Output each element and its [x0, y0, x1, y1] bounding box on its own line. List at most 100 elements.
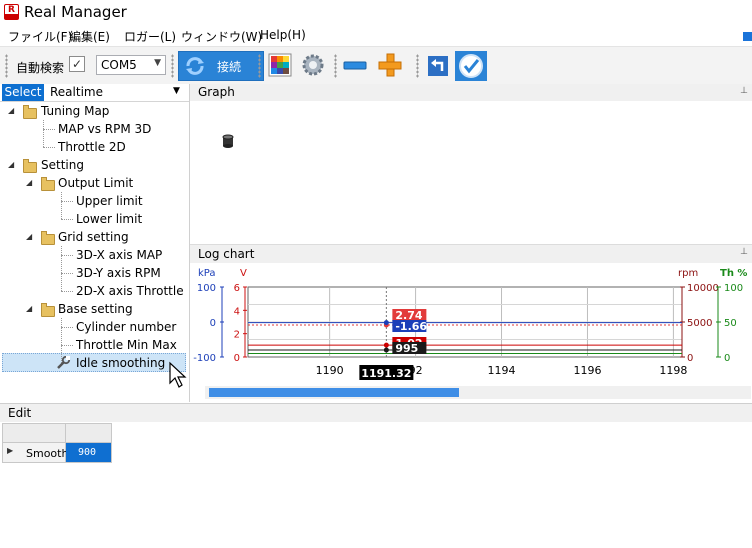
connect-label: 接続 [217, 60, 242, 74]
collapse-icon[interactable]: ◢ [8, 106, 14, 115]
tree-item-tuning-map[interactable]: Tuning Map [41, 102, 109, 120]
tree-item-setting[interactable]: Setting [41, 156, 84, 174]
database-icon [222, 134, 234, 148]
tree-item-base-setting[interactable]: Base setting [58, 300, 133, 318]
tree-item-axis-map[interactable]: 3D-X axis MAP [76, 246, 162, 264]
rpm-tick-label: 5000 [687, 318, 712, 329]
kpa-tick-label: -100 [193, 353, 216, 364]
rpm-tick-label: 0 [687, 353, 693, 364]
port-select[interactable]: COM5 ▼ [96, 55, 166, 75]
toolbar: 自動検索 ✓ COM5 ▼ 接続 [0, 46, 752, 86]
row-pointer-icon: ▶ [7, 446, 14, 455]
tree-item-output-limit[interactable]: Output Limit [58, 174, 133, 192]
kpa-tick-label: 0 [210, 318, 216, 329]
tree-item-cylinder-number[interactable]: Cylinder number [76, 318, 176, 336]
series-point [383, 347, 389, 353]
title-bar: R Real Manager [0, 0, 752, 25]
grid-color-icon[interactable] [267, 52, 293, 78]
chart-horizontal-scrollbar[interactable] [205, 386, 751, 399]
mode-selector[interactable]: Select Realtime ▼ [0, 84, 189, 102]
tree-line [61, 273, 73, 275]
grid-value: 900 [78, 447, 97, 458]
tree-item-throttle-min-max[interactable]: Throttle Min Max [76, 336, 177, 354]
collapse-icon[interactable]: ◢ [26, 178, 32, 187]
wrench-icon [57, 356, 71, 369]
toolbar-grip-icon[interactable] [416, 54, 419, 78]
kpa-tick-label: 100 [197, 283, 216, 294]
tree-item-upper-limit[interactable]: Upper limit [76, 192, 143, 210]
grid-row-header[interactable]: ▶ Smooth [2, 443, 68, 463]
th-tick-label: 50 [724, 318, 737, 329]
tree-line [61, 192, 63, 219]
toolbar-grip-icon[interactable] [258, 54, 261, 78]
scrollbar-thumb[interactable] [209, 388, 459, 397]
menu-file[interactable]: ファイル(F) [8, 28, 72, 45]
v-tick-label: 6 [234, 283, 240, 294]
toolbar-grip-icon[interactable] [334, 54, 337, 78]
check-gauge-icon [459, 54, 483, 78]
auto-detect-checkbox[interactable]: ✓ [69, 56, 85, 72]
tree-item-throttle-2d[interactable]: Throttle 2D [58, 138, 126, 156]
tree-item-axis-rpm[interactable]: 3D-Y axis RPM [76, 264, 161, 282]
tree-item-idle-smoothing[interactable]: Idle smoothing [76, 354, 165, 372]
gear-icon[interactable] [300, 52, 326, 78]
menu-logger[interactable]: ロガー(L) [124, 28, 176, 45]
tree-line [43, 147, 55, 149]
toolbar-grip-icon[interactable] [5, 54, 8, 78]
graph-area[interactable] [190, 101, 752, 244]
tree-line [61, 219, 73, 221]
folder-icon [41, 177, 55, 191]
refresh-icon [186, 57, 204, 75]
rpm-tick-label: 10000 [687, 283, 719, 294]
pin-icon[interactable]: ⊥ [740, 86, 748, 96]
minus-icon[interactable] [342, 52, 368, 78]
plus-icon[interactable] [377, 52, 403, 78]
collapse-icon[interactable]: ◢ [26, 304, 32, 313]
tree-item-lower-limit[interactable]: Lower limit [76, 210, 142, 228]
chevron-down-icon: ▼ [154, 58, 161, 68]
grid-column-header[interactable] [66, 423, 112, 443]
folder-icon [23, 105, 37, 119]
menu-help[interactable]: Help(H) [260, 28, 306, 42]
edit-area: ▶ Smooth 900 [0, 422, 752, 548]
tree-panel: Select Realtime ▼ ◢ Tuning Map MAP vs RP… [0, 84, 190, 402]
app-logo: R [4, 4, 19, 20]
port-select-value: COM5 [101, 58, 137, 72]
write-button[interactable] [455, 51, 487, 81]
v-tick-label: 4 [234, 306, 240, 317]
menu-bar: ファイル(F) 編集(E) ロガー(L) ウィンドウ(W) Help(H) [0, 25, 752, 45]
tree-item-map-vs-rpm[interactable]: MAP vs RPM 3D [58, 120, 151, 138]
edit-panel-title: Edit [8, 406, 32, 420]
tree-item-grid-setting[interactable]: Grid setting [58, 228, 129, 246]
mouse-cursor-icon [169, 361, 187, 388]
window-title: Real Manager [24, 3, 127, 21]
menu-window[interactable]: ウィンドウ(W) [181, 28, 262, 45]
log-chart-title: Log chart [198, 247, 255, 261]
tree-item-axis-throttle[interactable]: 2D-X axis Throttle [76, 282, 184, 300]
menu-edit[interactable]: 編集(E) [69, 28, 110, 45]
tree-line [61, 291, 73, 293]
log-chart-header: Log chart ⊥ [190, 244, 752, 264]
cursor-value-label: 1191.32 [361, 367, 411, 380]
connect-button[interactable]: 接続 [178, 51, 264, 81]
edit-grid: ▶ Smooth 900 [2, 423, 112, 463]
undo-icon[interactable] [425, 53, 451, 79]
x-tick-label: 1196 [573, 364, 601, 377]
series-point [383, 342, 389, 348]
mode-value: Realtime [50, 85, 103, 99]
collapse-icon[interactable]: ◢ [26, 232, 32, 241]
grid-value-cell[interactable]: 900 [66, 443, 112, 463]
toolbar-grip-icon[interactable] [171, 54, 174, 78]
tree-line [43, 129, 55, 131]
pin-icon[interactable]: ⊥ [740, 247, 748, 257]
v-tick-label: 0 [234, 353, 240, 364]
log-chart-area[interactable]: 1190 92 1194 1196 1198 kPa 100 0 -100 V 6 4 2 0 rpm 100… [190, 263, 752, 400]
collapse-icon[interactable]: ◢ [8, 160, 14, 169]
series-value-label: 995 [395, 342, 418, 355]
graph-panel-title: Graph [198, 85, 235, 99]
kpa-axis-unit: kPa [198, 268, 216, 279]
tree-line [61, 201, 73, 203]
x-tick-label: 1198 [659, 364, 687, 377]
series-point [383, 320, 389, 326]
chevron-down-icon[interactable]: ▼ [173, 86, 180, 96]
